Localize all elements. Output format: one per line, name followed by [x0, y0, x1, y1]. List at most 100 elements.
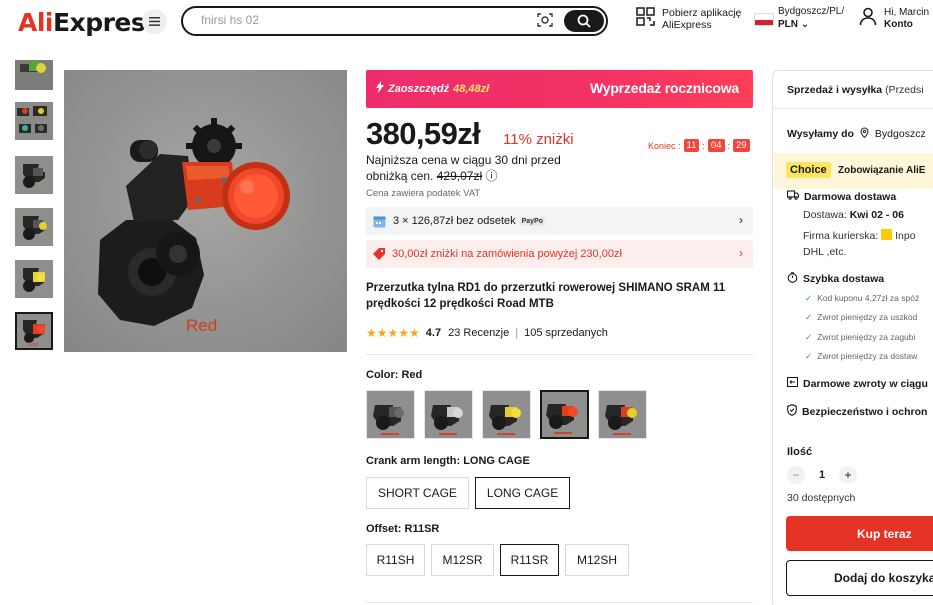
add-to-cart-button[interactable]: Dodaj do koszyka	[786, 560, 933, 596]
countdown-seconds: 29	[733, 139, 750, 152]
buy-now-button[interactable]: Kup teraz	[786, 516, 933, 551]
stopwatch-icon	[787, 272, 798, 286]
region-location: Bydgoszcz/PL/	[778, 6, 845, 17]
main-image-color-label: Red	[186, 316, 218, 335]
check-icon: ✓	[805, 351, 813, 361]
option-m12sr[interactable]: M12SR	[431, 544, 494, 576]
option-r11sr-selected[interactable]: R11SR	[500, 544, 559, 576]
location-pin-icon	[860, 127, 869, 141]
anniversary-sale-banner: Zaoszczędź 48,48zł Wyprzedaż rocznicowa	[366, 70, 753, 108]
product-title: Przerzutka tylna RD1 do przerzutki rower…	[366, 282, 726, 310]
free-delivery-row: Darmowa dostawa	[786, 190, 896, 203]
check-icon: ✓	[805, 293, 813, 303]
divider	[366, 354, 753, 355]
countdown-minutes: 04	[707, 139, 725, 152]
paypo-logo: PayPo	[519, 216, 546, 226]
app-promo-line2: AliExpress	[662, 19, 712, 31]
lightning-icon	[376, 81, 384, 96]
installment-row[interactable]: 3 × 126,87zł bez odsetek PayPo ›	[366, 207, 753, 235]
security-row[interactable]: Bezpieczeństwo i ochron	[787, 404, 927, 419]
coupon-text: 30,00zł zniżki na zamówienia powyżej 230…	[392, 248, 622, 260]
courier-more: DHL ,etc.	[803, 246, 847, 258]
delivery-date-row: Dostawa: Kwi 02 - 06	[803, 209, 904, 221]
review-count[interactable]: 23 Recenzje	[448, 327, 509, 339]
option-short-cage[interactable]: SHORT CAGE	[366, 477, 469, 509]
calendar-icon	[373, 215, 386, 228]
guarantee-item: ✓ Zwrot pieniędzy za uszkod	[805, 312, 918, 322]
ship-to-city: Bydgoszcz	[874, 128, 926, 140]
check-icon: ✓	[805, 332, 813, 342]
thumbnail-5[interactable]	[15, 260, 53, 298]
choice-commitment-bar[interactable]: Choice Zobowiązanie AliE	[774, 153, 933, 189]
save-label: Zaoszczędź	[388, 82, 450, 95]
color-label: Color: Red	[366, 369, 423, 381]
option-long-cage-selected[interactable]: LONG CAGE	[474, 477, 571, 509]
ship-to-row[interactable]: Wysyłamy do Bydgoszcz	[787, 127, 926, 141]
poland-flag-icon	[754, 13, 774, 26]
thumbnail-2[interactable]	[15, 102, 53, 140]
rating-score: 4.7	[425, 327, 442, 339]
vat-note: Cena zawiera podatek VAT	[366, 188, 481, 199]
search-button[interactable]	[564, 10, 604, 32]
chevron-right-icon: ›	[739, 246, 743, 260]
countdown-hours: 11	[683, 139, 700, 152]
coupon-row[interactable]: 30,00zł zniżki na zamówienia powyżej 230…	[366, 240, 753, 268]
offset-value: R11SR	[404, 523, 440, 535]
sale-event-title: Wyprzedaż rocznicowa	[589, 80, 739, 96]
seller-shipping-header[interactable]: Sprzedaż i wysyłka (Przedsi	[787, 84, 924, 96]
delivery-date: Kwi 02 - 06	[849, 209, 904, 221]
color-options	[366, 390, 647, 439]
increase-quantity-button[interactable]: +	[839, 466, 857, 484]
thumbnail-4[interactable]	[15, 208, 53, 246]
fast-delivery-row: Szybka dostawa	[787, 272, 884, 286]
crank-arm-value: LONG CAGE	[463, 455, 530, 467]
thumbnail-list: Red	[15, 60, 53, 355]
search-input[interactable]	[201, 13, 521, 27]
account-greeting: Hi, Marcin	[884, 6, 930, 18]
inpost-logo-icon	[881, 229, 893, 240]
option-r11sh[interactable]: R11SH	[366, 544, 425, 576]
camera-search-icon[interactable]	[537, 12, 553, 33]
lowest-price-note: Najniższa cena w ciągu 30 dni przed obni…	[366, 152, 566, 184]
sold-count: 105 sprzedanych	[524, 327, 608, 339]
option-m12sh[interactable]: M12SH	[565, 544, 629, 576]
current-price: 380,59zł	[366, 116, 481, 151]
svg-text:Red: Red	[29, 342, 38, 348]
main-product-image[interactable]: Red	[64, 70, 347, 352]
quantity-value[interactable]: 1	[817, 469, 827, 481]
old-price: 429,07zł	[436, 169, 483, 183]
discount-percent: 11% zniżki	[503, 131, 574, 148]
info-icon[interactable]: ⓘ	[485, 169, 497, 183]
color-swatch-3[interactable]	[482, 390, 531, 439]
choice-commitment-text: Zobowiązanie AliE	[838, 165, 926, 176]
app-promo-line1: Pobierz aplikację	[662, 7, 742, 19]
guarantee-item: ✓ Kod kuponu 4,27zł za spóź	[805, 293, 920, 303]
guarantee-item: ✓ Zwrot pieniędzy za zagubi	[805, 332, 916, 342]
color-swatch-5[interactable]	[598, 390, 647, 439]
rating-row[interactable]: ★★★★★ 4.7 23 Recenzje | 105 sprzedanych	[366, 326, 608, 340]
hamburger-menu-icon[interactable]	[142, 9, 167, 34]
crank-arm-options: SHORT CAGE LONG CAGE	[366, 477, 571, 509]
color-swatch-2[interactable]	[424, 390, 473, 439]
chevron-down-icon: ⌄	[800, 19, 810, 30]
thumbnail-3[interactable]	[15, 156, 53, 194]
chevron-right-icon: ›	[739, 213, 743, 227]
aliexpress-logo[interactable]: AliExpress	[18, 8, 160, 37]
crank-arm-label: Crank arm length: LONG CAGE	[366, 455, 530, 467]
thumbnail-6-selected[interactable]: Red	[15, 312, 53, 350]
courier-row: Firma kurierska: Inpo	[803, 229, 916, 242]
decrease-quantity-button[interactable]: −	[787, 466, 805, 484]
free-returns-row[interactable]: Darmowe zwroty w ciągu	[786, 376, 928, 390]
check-icon: ✓	[805, 312, 813, 322]
search-bar	[181, 6, 608, 36]
download-app-link[interactable]: Pobierz aplikację AliExpress	[636, 7, 741, 31]
color-swatch-1[interactable]	[366, 390, 415, 439]
thumbnail-1[interactable]	[15, 60, 53, 90]
account-label: Konto	[884, 18, 913, 30]
user-icon	[858, 6, 878, 31]
truck-icon	[786, 190, 800, 203]
color-swatch-4-selected[interactable]	[540, 390, 589, 439]
qr-code-icon	[636, 7, 655, 31]
available-stock: 30 dostępnych	[787, 492, 856, 504]
account-menu[interactable]: Hi, Marcin Konto	[858, 6, 929, 31]
